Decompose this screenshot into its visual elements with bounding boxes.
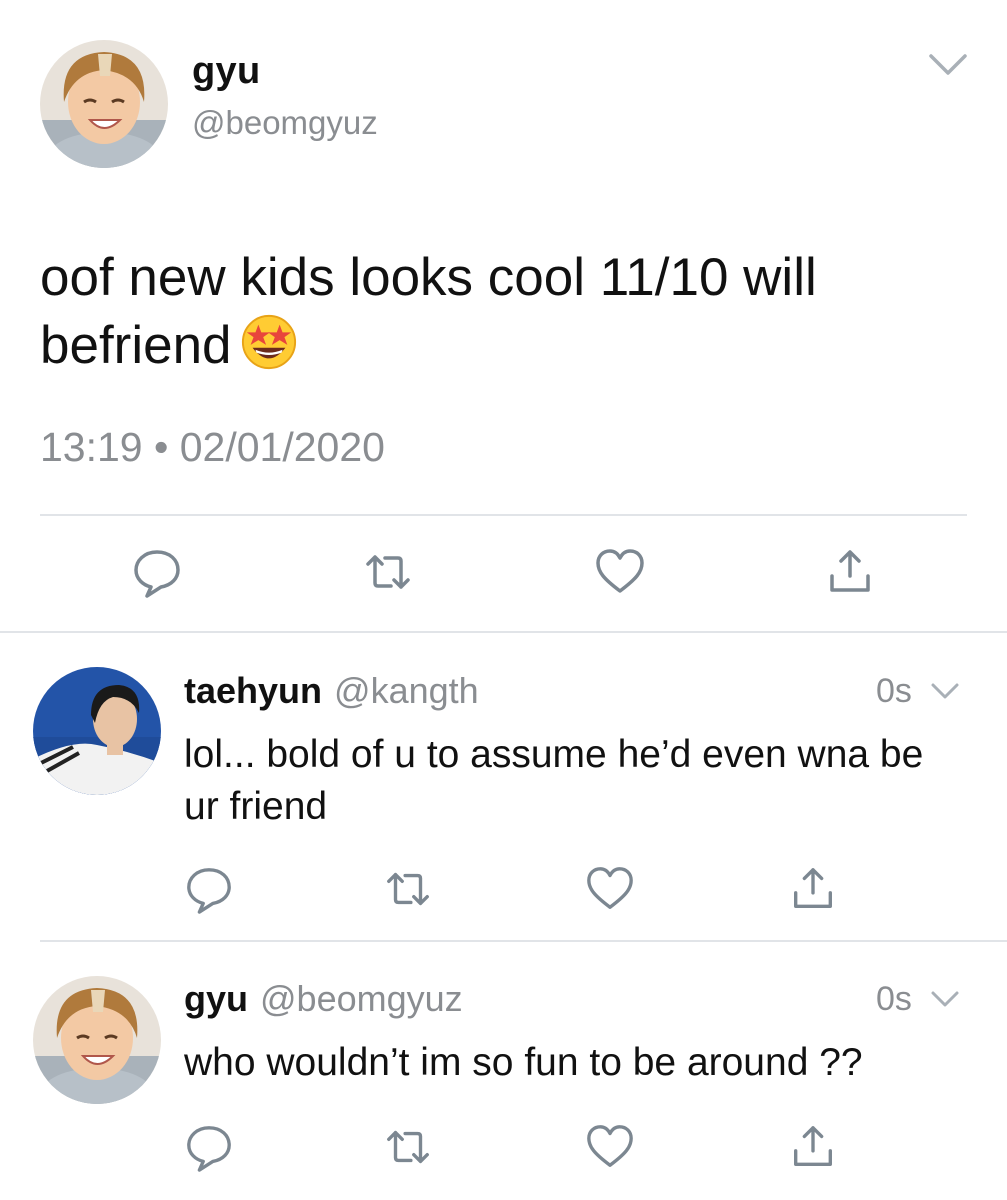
share-icon <box>794 1126 832 1166</box>
display-name[interactable]: gyu <box>184 978 248 1019</box>
user-handle[interactable]: @beomgyuz <box>192 104 378 142</box>
divider <box>40 940 1007 942</box>
like-icon <box>596 549 644 593</box>
avatar[interactable] <box>33 667 161 795</box>
chevron-down-icon[interactable] <box>928 52 968 78</box>
display-name[interactable]: taehyun <box>184 670 322 711</box>
avatar[interactable] <box>33 976 161 1104</box>
retweet-icon <box>387 872 429 906</box>
like-button[interactable] <box>585 1122 635 1172</box>
like-icon <box>587 1125 633 1167</box>
chevron-down-icon[interactable] <box>930 682 960 702</box>
share-button[interactable] <box>788 1122 838 1172</box>
reply-icon <box>187 868 231 914</box>
star-struck-emoji <box>240 313 298 371</box>
retweet-icon <box>387 1130 429 1164</box>
retweet-button[interactable] <box>383 1122 433 1172</box>
share-button[interactable] <box>824 546 876 598</box>
reply-author[interactable]: taehyun @kangth <box>184 670 479 712</box>
like-icon <box>587 867 633 909</box>
retweet-icon <box>366 555 410 589</box>
chevron-down-icon[interactable] <box>930 990 960 1010</box>
user-handle[interactable]: @kangth <box>334 670 479 711</box>
divider <box>0 631 1007 633</box>
reply-button[interactable] <box>131 546 183 598</box>
reply-icon <box>134 550 180 598</box>
reply-button[interactable] <box>184 1122 234 1172</box>
share-button[interactable] <box>788 864 838 914</box>
reply-time: 0s <box>876 672 912 710</box>
reply-button[interactable] <box>184 864 234 914</box>
tweet-text-content: oof new kids looks cool 11/10 will befri… <box>40 248 817 375</box>
like-button[interactable] <box>585 864 635 914</box>
reply-icon <box>187 1126 231 1172</box>
reply-text: lol... bold of u to assume he’d even wna… <box>184 733 924 828</box>
retweet-button[interactable] <box>362 546 414 598</box>
avatar[interactable] <box>40 40 168 168</box>
user-handle[interactable]: @beomgyuz <box>260 978 463 1019</box>
display-name[interactable]: gyu <box>192 50 260 93</box>
like-button[interactable] <box>594 546 646 598</box>
tweet-timestamp[interactable]: 13:19 • 02/01/2020 <box>40 424 385 471</box>
retweet-button[interactable] <box>383 864 433 914</box>
reply-time: 0s <box>876 980 912 1018</box>
share-icon <box>830 550 870 592</box>
share-icon <box>794 868 832 908</box>
tweet-text: oof new kids looks cool 11/10 will befri… <box>40 244 940 380</box>
reply-text: who wouldn’t im so fun to be around ?? <box>184 1041 863 1084</box>
reply-author[interactable]: gyu @beomgyuz <box>184 978 463 1020</box>
divider <box>40 514 967 516</box>
